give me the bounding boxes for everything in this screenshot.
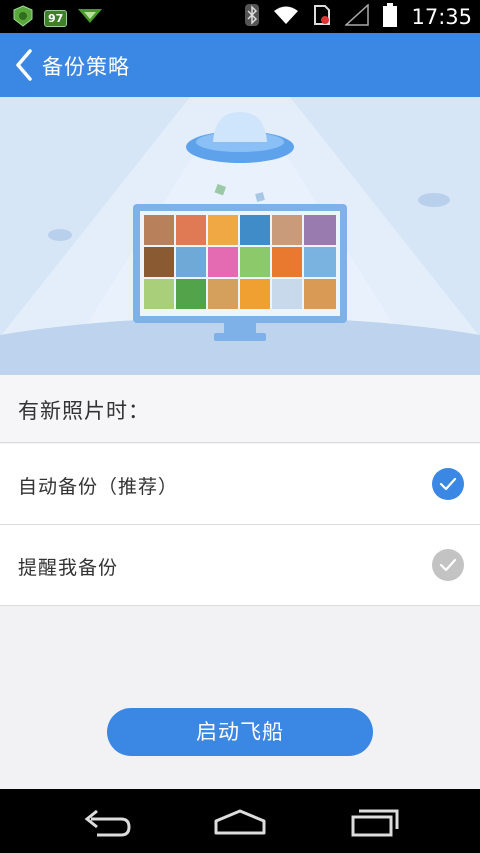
- wifi-icon: [273, 5, 299, 29]
- unchecked-icon[interactable]: [432, 549, 464, 581]
- option-label: 自动备份（推荐）: [18, 476, 179, 498]
- battery-badge-icon: 97: [44, 9, 68, 27]
- recents-nav-icon[interactable]: [345, 801, 405, 841]
- option-auto-backup[interactable]: 自动备份（推荐）: [0, 444, 480, 525]
- shield-app-icon: [12, 5, 34, 31]
- launch-spaceship-button[interactable]: 启动飞船: [107, 708, 373, 756]
- home-nav-icon[interactable]: [210, 801, 270, 841]
- back-nav-icon[interactable]: [77, 801, 137, 841]
- sim-icon: [313, 4, 331, 30]
- bluetooth-icon: [245, 3, 260, 30]
- chevron-left-icon: [16, 49, 32, 81]
- system-nav-bar: [0, 789, 480, 853]
- spaceship-monitor-illustration: [0, 97, 480, 375]
- photo-grid: [144, 215, 336, 309]
- clock: 17:35: [411, 4, 472, 29]
- hero-illustration: [0, 97, 480, 375]
- option-label: 提醒我备份: [18, 557, 119, 579]
- checked-icon[interactable]: [432, 468, 464, 500]
- download-arrow-icon: [77, 7, 103, 29]
- signal-icon: [344, 2, 370, 30]
- section-title: 有新照片时：: [18, 399, 150, 423]
- back-button[interactable]: [10, 45, 42, 85]
- app-header: 备份策略: [0, 33, 480, 97]
- section-header: 有新照片时：: [0, 375, 480, 443]
- page-title: 备份策略: [42, 55, 130, 79]
- status-bar: 97 17:35: [0, 0, 480, 33]
- option-remind-backup[interactable]: 提醒我备份: [0, 525, 480, 606]
- battery-icon: [383, 2, 398, 31]
